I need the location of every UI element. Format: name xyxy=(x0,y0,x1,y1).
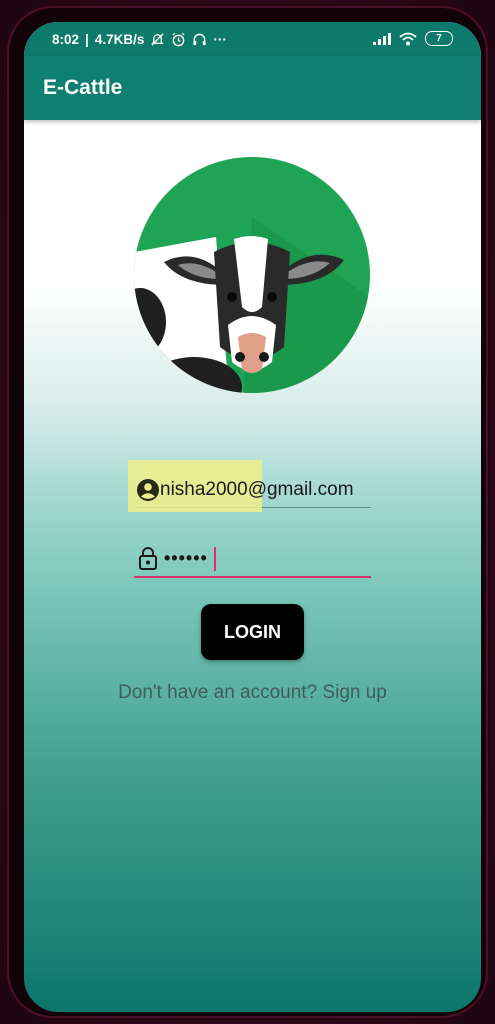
password-value: •••••• xyxy=(164,548,208,568)
wifi-icon xyxy=(399,32,417,45)
status-network-speed: 4.7KB/s xyxy=(94,32,145,47)
status-bar: 8:02 | 4.7KB/s ··· 7 xyxy=(24,22,481,56)
text-cursor xyxy=(214,547,216,571)
password-field[interactable]: •••••• xyxy=(134,540,371,578)
status-separator: | xyxy=(85,32,89,47)
status-right: 7 xyxy=(373,31,453,46)
device-background: 8:02 | 4.7KB/s ··· 7 E-Cattle nisha2000@… xyxy=(0,0,495,1024)
email-field[interactable]: nisha2000@gmail.com xyxy=(128,460,371,512)
cow-logo-icon xyxy=(134,157,370,393)
login-button[interactable]: LOGIN xyxy=(201,604,304,660)
mute-icon xyxy=(151,33,165,46)
app-bar: E-Cattle xyxy=(24,56,481,120)
alarm-icon xyxy=(172,32,185,47)
status-left: 8:02 | 4.7KB/s ··· xyxy=(52,32,227,47)
app-title: E-Cattle xyxy=(43,76,123,99)
signup-link[interactable]: Don't have an account? Sign up xyxy=(24,682,481,704)
headphones-icon xyxy=(193,33,206,46)
lock-icon xyxy=(139,547,157,570)
signal-icon xyxy=(373,33,391,45)
phone-screen: 8:02 | 4.7KB/s ··· 7 E-Cattle nisha2000@… xyxy=(24,22,481,1012)
status-more-icon: ··· xyxy=(213,32,227,47)
status-time: 8:02 xyxy=(52,32,80,47)
battery-icon: 7 xyxy=(425,31,453,46)
email-value: nisha2000@gmail.com xyxy=(160,479,354,500)
account-circle-icon xyxy=(137,479,159,501)
